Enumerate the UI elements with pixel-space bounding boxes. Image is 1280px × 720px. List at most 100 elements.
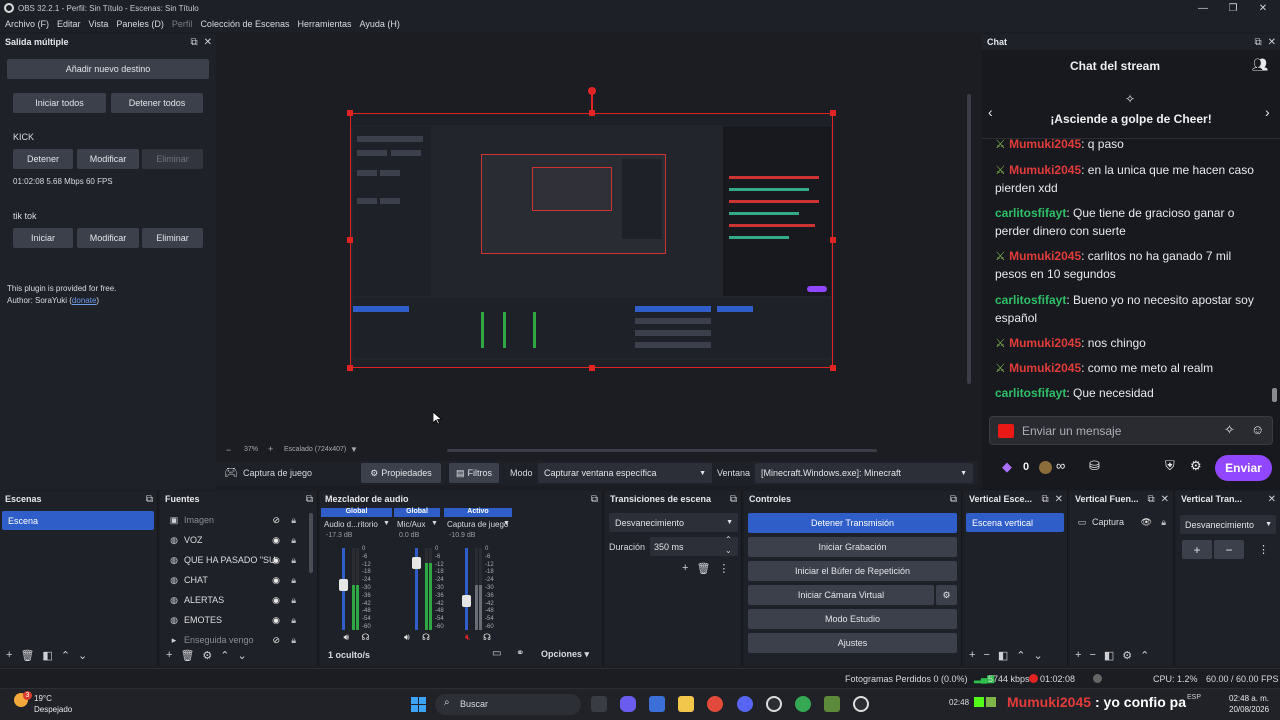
studio-mode-button[interactable]: Modo Estudio — [748, 609, 957, 629]
resize-handle[interactable] — [347, 237, 353, 243]
source-item[interactable]: ◍ ALERTAS ◉ 🔒︎ — [168, 591, 300, 609]
more-icon[interactable]: ⋮ — [718, 562, 729, 575]
clock-time[interactable]: 02:48 a. m. — [1229, 694, 1269, 703]
resize-handle[interactable] — [347, 110, 353, 116]
volume-fader-knob[interactable] — [339, 579, 348, 591]
chevron-down-icon[interactable]: ▼ — [383, 520, 390, 527]
minus-icon[interactable]: − — [1089, 649, 1095, 661]
kick-remove-button[interactable]: Eliminar — [142, 149, 203, 169]
chrome-icon[interactable] — [795, 696, 811, 712]
kick-stop-button[interactable]: Detener — [13, 149, 73, 169]
chevron-down-icon[interactable]: ▼ — [503, 520, 510, 527]
zoom-in-button[interactable]: + — [268, 444, 273, 454]
chat-username[interactable]: Mumuki2045 — [1009, 139, 1081, 151]
vertical-source-item[interactable]: ▭ Captura 👁︎ 🔒︎ — [1076, 513, 1170, 531]
stop-all-button[interactable]: Detener todos — [111, 93, 203, 113]
resize-handle[interactable] — [830, 365, 836, 371]
sources-scrollbar[interactable] — [309, 513, 313, 573]
resize-handle[interactable] — [589, 365, 595, 371]
emoji-icon[interactable]: ☺ — [1251, 422, 1264, 437]
game-capture-preview[interactable] — [350, 113, 833, 368]
headphones-icon[interactable]: ☊ — [362, 632, 370, 643]
clock-date[interactable]: 20/08/2026 — [1229, 705, 1269, 714]
volume-fader-track[interactable] — [465, 548, 468, 630]
shield-icon[interactable]: ⛨ — [1165, 458, 1175, 474]
menu-item[interactable]: Ayuda (H) — [360, 19, 400, 29]
trash-icon[interactable]: 🗑︎ — [180, 649, 194, 662]
close-icon[interactable]: ✕ — [1161, 494, 1169, 505]
vertical-transition-select[interactable]: Desvanecimiento ▼ — [1180, 515, 1276, 534]
menu-item[interactable]: Herramientas — [298, 19, 352, 29]
filter-icon[interactable]: ◧ — [1104, 649, 1114, 662]
coin-icon[interactable] — [1039, 461, 1052, 474]
window-select[interactable]: [Minecraft.Windows.exe]: Minecraft ▼ — [755, 463, 973, 483]
float-icon[interactable]: ⧉ — [146, 494, 153, 505]
chrome-icon[interactable] — [707, 696, 723, 712]
prediction-icon[interactable]: ⛁ — [1089, 458, 1100, 474]
source-item[interactable]: ◍ VOZ ◉ 🔒︎ — [168, 531, 300, 549]
menu-item[interactable]: Editar — [57, 19, 81, 29]
xbox-icon[interactable] — [853, 696, 869, 712]
eye-icon[interactable]: ◉ — [272, 615, 280, 626]
lock-icon[interactable]: 🔒︎ — [291, 575, 296, 586]
volume-fader-knob[interactable] — [462, 595, 471, 607]
float-icon[interactable]: ⧉ — [306, 494, 313, 505]
menu-item[interactable]: Paneles (D) — [116, 19, 164, 29]
mixer-options-button[interactable]: Opciones ▾ — [541, 649, 589, 660]
add-destination-button[interactable]: Añadir nuevo destino — [7, 59, 209, 79]
chevron-left-icon[interactable]: ‹ — [988, 104, 993, 120]
speaker-muted-icon[interactable]: 🔇︎ — [465, 632, 471, 643]
gear-icon[interactable]: ⚙ — [202, 649, 212, 662]
gear-icon[interactable]: ⚙ — [1122, 649, 1132, 662]
resize-handle[interactable] — [347, 365, 353, 371]
eye-off-icon[interactable]: ⊘ — [272, 515, 280, 526]
virtual-camera-button[interactable]: Iniciar Cámara Virtual — [748, 585, 934, 605]
minus-icon[interactable]: − — [983, 649, 989, 661]
chat-username[interactable]: carlitosfifayt — [995, 206, 1066, 220]
resize-handle[interactable] — [830, 237, 836, 243]
link-icon[interactable]: ⚭ — [516, 648, 524, 659]
speaker-icon[interactable]: 🔊︎ — [404, 632, 410, 643]
headphones-icon[interactable]: ☊ — [483, 632, 491, 643]
chevron-down-icon[interactable]: ⌄ — [1034, 649, 1043, 662]
chevron-up-icon[interactable]: ⌃ — [1016, 649, 1025, 662]
settings-icon[interactable]: ⚙ — [1190, 458, 1202, 474]
lock-icon[interactable]: 🔒︎ — [291, 535, 296, 546]
eye-off-icon[interactable]: ⊘ — [272, 635, 280, 646]
source-item[interactable]: ◍ EMOTES ◉ 🔒︎ — [168, 611, 300, 629]
source-item[interactable]: ▣ Imagen ⊘ 🔒︎ — [168, 511, 300, 529]
menu-item[interactable]: Colección de Escenas — [200, 19, 289, 29]
add-icon[interactable]: + — [6, 649, 12, 661]
settings-button[interactable]: Ajustes — [748, 633, 957, 653]
stop-stream-button[interactable]: Detener Transmisión — [748, 513, 957, 533]
layout-icon[interactable]: ▭ — [492, 648, 501, 659]
float-icon[interactable]: ⧉ — [591, 494, 598, 505]
scene-item[interactable]: Escena — [2, 511, 154, 530]
trash-icon[interactable]: 🗑︎ — [20, 649, 34, 662]
eye-icon[interactable]: ◉ — [272, 535, 280, 546]
transition-select[interactable]: Desvanecimiento ▼ — [609, 513, 738, 532]
chat-username[interactable]: carlitosfifayt — [995, 293, 1066, 307]
filters-button[interactable]: ▤ Filtros — [449, 463, 499, 483]
close-button[interactable]: ✕ — [1250, 0, 1276, 16]
float-icon[interactable]: ⧉ — [950, 494, 957, 505]
filter-icon[interactable]: ◧ — [998, 649, 1008, 662]
more-icon[interactable]: ⋮ — [1258, 543, 1269, 556]
store-icon[interactable] — [649, 696, 665, 712]
minimize-button[interactable]: — — [1190, 0, 1216, 16]
float-icon[interactable]: ⧉ — [1147, 494, 1154, 505]
cheer-banner[interactable]: ¡Asciende a golpe de Cheer! — [1002, 112, 1260, 126]
resize-handle[interactable] — [589, 110, 595, 116]
minecraft-icon[interactable] — [824, 696, 840, 712]
chat-username[interactable]: carlitosfifayt — [995, 386, 1066, 400]
eye-icon[interactable]: ◉ — [272, 575, 280, 586]
float-icon[interactable]: ⧉ — [1041, 494, 1048, 505]
lock-icon[interactable]: 🔒︎ — [291, 595, 296, 606]
close-icon[interactable]: ✕ — [1055, 494, 1063, 505]
source-item[interactable]: ◍ QUE HA PASADO "SUB ◉ 🔒︎ — [168, 551, 300, 569]
chevron-up-icon[interactable]: ⌃ — [61, 649, 70, 662]
chevron-right-icon[interactable]: › — [1265, 104, 1270, 120]
eye-icon[interactable]: 👁︎ — [1141, 517, 1152, 528]
discord-icon[interactable] — [737, 696, 753, 712]
preview-scrollbar[interactable] — [967, 94, 971, 384]
